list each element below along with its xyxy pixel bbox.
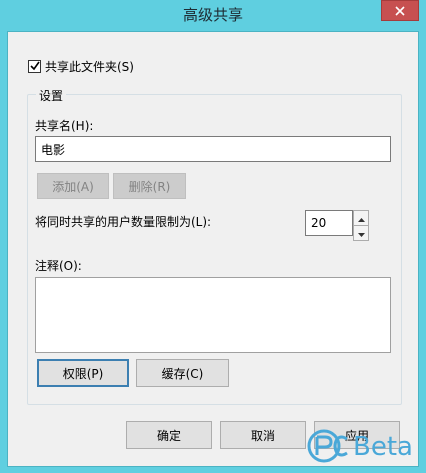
user-limit-arrows bbox=[353, 210, 369, 241]
pcbeta-logo-icon bbox=[305, 427, 351, 468]
window-title: 高级共享 bbox=[182, 6, 243, 24]
checkmark-icon bbox=[29, 60, 40, 74]
share-folder-row[interactable]: 共享此文件夹(S) bbox=[28, 58, 134, 75]
add-button[interactable]: 添加(A) bbox=[37, 173, 109, 199]
chevron-up-icon bbox=[357, 211, 365, 225]
share-folder-label: 共享此文件夹(S) bbox=[45, 60, 134, 74]
cancel-button[interactable]: 取消 bbox=[220, 421, 306, 449]
close-icon bbox=[395, 5, 405, 16]
ok-button[interactable]: 确定 bbox=[126, 421, 212, 449]
remove-button[interactable]: 删除(R) bbox=[113, 173, 186, 199]
spin-up-button[interactable] bbox=[353, 210, 369, 226]
comment-label: 注释(O): bbox=[35, 259, 82, 273]
caching-button[interactable]: 缓存(C) bbox=[136, 359, 229, 387]
user-limit-label: 将同时共享的用户数量限制为(L): bbox=[35, 215, 212, 229]
user-limit-value: 20 bbox=[311, 216, 327, 230]
share-name-input[interactable]: 电影 bbox=[35, 136, 391, 162]
chevron-down-icon bbox=[357, 226, 365, 240]
user-limit-spinner[interactable]: 20 bbox=[305, 210, 369, 241]
spin-down-button[interactable] bbox=[353, 226, 369, 241]
share-name-label: 共享名(H): bbox=[35, 119, 94, 133]
settings-group: 设置 共享名(H): 电影 添加(A) 删除(R) 将同时共享的用户数量限制为(… bbox=[27, 87, 402, 405]
title-bar[interactable]: 高级共享 bbox=[0, 0, 426, 31]
comment-textarea[interactable] bbox=[35, 277, 391, 353]
close-button[interactable] bbox=[381, 0, 419, 21]
settings-group-legend: 设置 bbox=[36, 87, 67, 104]
share-folder-checkbox[interactable] bbox=[28, 60, 41, 73]
share-name-value: 电影 bbox=[41, 142, 66, 157]
user-limit-input[interactable]: 20 bbox=[305, 210, 353, 236]
watermark: Beta bbox=[305, 427, 420, 467]
dialog-body: 共享此文件夹(S) 设置 共享名(H): 电影 添加(A) 删除(R) 将同时共… bbox=[7, 31, 419, 467]
permissions-button[interactable]: 权限(P) bbox=[37, 359, 129, 387]
watermark-text: Beta bbox=[353, 432, 413, 462]
